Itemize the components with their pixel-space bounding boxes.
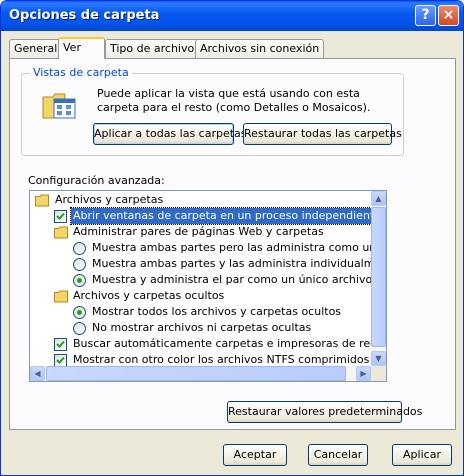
radio-button[interactable] — [73, 322, 86, 335]
tree-item-no-mostrar-ocultos[interactable]: No mostrar archivos ni carpetas ocultas — [30, 320, 370, 336]
help-button[interactable]: ? — [415, 5, 436, 26]
window-title: Opciones de carpeta — [9, 8, 160, 23]
tree-item-label: Archivos y carpetas ocultos — [73, 289, 225, 302]
scroll-up-icon[interactable]: ▲ — [371, 191, 386, 206]
apply-button[interactable]: Aplicar — [392, 444, 452, 466]
horizontal-scrollbar[interactable]: ◀ ▶ — [30, 366, 371, 381]
horizontal-scroll-thumb[interactable] — [46, 366, 346, 381]
tab-ver[interactable]: Ver — [58, 37, 105, 59]
folder-views-description: Puede aplicar la vista que está usando c… — [97, 87, 371, 114]
tree-item-label: Administrar pares de páginas Web y carpe… — [73, 225, 324, 238]
tab-archivos-sin-conexion[interactable]: Archivos sin conexión — [195, 39, 325, 58]
tree-item-archivos-ocultos[interactable]: Archivos y carpetas ocultos — [30, 288, 370, 304]
tree-item-muestra-ambas-unico[interactable]: Muestra ambas partes pero las administra… — [30, 240, 386, 256]
title-bar[interactable]: Opciones de carpeta ? × — [1, 1, 463, 31]
folder-views-title: Vistas de carpeta — [30, 66, 132, 79]
tree-item-label: Muestra ambas partes y las administra in… — [92, 257, 387, 270]
vertical-scrollbar[interactable]: ▲ ▼ — [371, 191, 386, 366]
tree-item-muestra-par-unico[interactable]: Muestra y administra el par como un únic… — [30, 272, 372, 288]
restore-defaults-button[interactable]: Restaurar valores predeterminados — [227, 401, 422, 423]
advanced-settings-label: Configuración avanzada: — [28, 174, 165, 187]
close-button[interactable]: × — [438, 5, 459, 26]
tab-strip: General Ver Tipo de archivo Archivos sin… — [9, 37, 449, 59]
tab-general[interactable]: General — [9, 39, 63, 58]
folder-icon — [54, 290, 68, 303]
scroll-down-icon[interactable]: ▼ — [371, 351, 386, 366]
tree-item-label: Archivos y carpetas — [55, 193, 164, 206]
checkbox[interactable] — [54, 338, 67, 351]
reset-all-folders-button[interactable]: Restaurar todas las carpetas — [243, 123, 402, 145]
cancel-button[interactable]: Cancelar — [308, 444, 368, 466]
tree-item-buscar-carpetas-red[interactable]: Buscar automáticamente carpetas e impres… — [30, 336, 377, 352]
checkmark-icon — [56, 340, 65, 348]
scroll-right-icon[interactable]: ▶ — [356, 366, 371, 381]
checkmark-icon — [56, 212, 65, 220]
tree-item-archivos-y-carpetas[interactable]: Archivos y carpetas — [30, 192, 370, 208]
folder-options-window: Opciones de carpeta ? × General Ver Tipo… — [0, 0, 464, 476]
tree-item-label: No mostrar archivos ni carpetas ocultas — [92, 321, 312, 334]
tree-item-muestra-ambas-individual[interactable]: Muestra ambas partes y las administra in… — [30, 256, 386, 272]
checkmark-icon — [56, 356, 65, 364]
tree-item-abrir-ventanas-proceso[interactable]: Abrir ventanas de carpeta en un proceso … — [30, 207, 385, 225]
tree-item-label: Abrir ventanas de carpeta en un proceso … — [69, 207, 385, 225]
apply-to-all-folders-button[interactable]: Aplicar a todas las carpetas — [93, 123, 247, 145]
radio-button[interactable] — [73, 242, 86, 255]
tree-item-mostrar-ocultos[interactable]: Mostrar todos los archivos y carpetas oc… — [30, 304, 370, 320]
checkbox[interactable] — [54, 210, 67, 223]
tree-item-label: Muestra y administra el par como un únic… — [92, 273, 373, 286]
radio-button-checked[interactable] — [73, 274, 86, 287]
vertical-scroll-thumb[interactable] — [371, 207, 386, 347]
ok-button[interactable]: Aceptar — [223, 444, 287, 466]
tree-item-administrar-pares[interactable]: Administrar pares de páginas Web y carpe… — [30, 224, 370, 240]
tab-tipo-de-archivo[interactable]: Tipo de archivo — [105, 39, 200, 58]
advanced-settings-tree[interactable]: Archivos y carpetas Abrir ventanas de ca… — [29, 190, 387, 382]
radio-button-checked[interactable] — [73, 306, 86, 319]
tree-item-label: Muestra ambas partes pero las administra… — [92, 241, 386, 254]
scrollbar-corner — [371, 366, 386, 381]
scroll-left-icon[interactable]: ◀ — [30, 366, 45, 381]
tree-item-label: Mostrar todos los archivos y carpetas oc… — [92, 305, 342, 318]
tree-item-label: Buscar automáticamente carpetas e impres… — [73, 337, 378, 350]
folder-icon — [35, 194, 49, 207]
folder-icon — [54, 226, 68, 239]
radio-button[interactable] — [73, 258, 86, 271]
folder-views-icon — [42, 93, 76, 119]
